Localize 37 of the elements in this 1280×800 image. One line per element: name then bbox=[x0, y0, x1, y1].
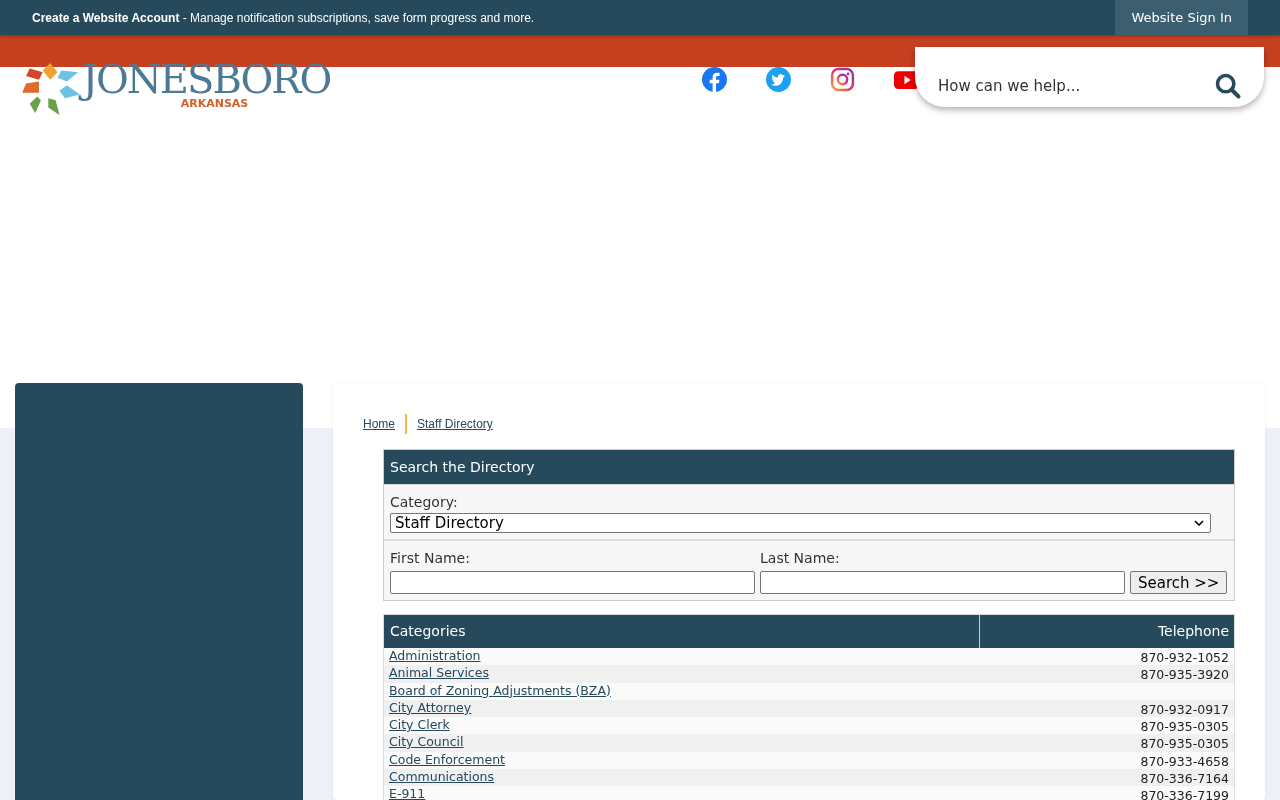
phone-number: 870-932-1052 bbox=[1140, 650, 1229, 665]
phone-number: 870-932-0917 bbox=[1140, 701, 1229, 717]
phone-number: 870-935-0305 bbox=[1140, 719, 1229, 735]
category-link[interactable]: E-911 bbox=[389, 786, 426, 800]
category-link[interactable]: City Clerk bbox=[389, 717, 450, 733]
caret-icon bbox=[1194, 520, 1204, 526]
phone-number: 870-336-7164 bbox=[1140, 771, 1229, 787]
instagram-icon[interactable] bbox=[830, 67, 856, 92]
column-header: Telephone bbox=[1156, 622, 1230, 641]
section-header: Search the Directory bbox=[384, 450, 1234, 484]
field-label: First Name: bbox=[390, 549, 471, 567]
category-link[interactable]: Administration bbox=[389, 648, 481, 663]
create-account-link[interactable]: Create a Website Account bbox=[32, 10, 180, 25]
facebook-icon[interactable] bbox=[702, 67, 728, 92]
search-button[interactable]: Search >> bbox=[1130, 571, 1228, 594]
category-link[interactable]: Animal Services bbox=[389, 665, 489, 681]
search-icon[interactable] bbox=[1214, 72, 1242, 100]
account-message: Create a Website Account - Manage notification subscriptions, save form progress and more. bbox=[32, 10, 535, 25]
last-name-field[interactable] bbox=[760, 571, 1125, 594]
bird-icon[interactable] bbox=[766, 67, 792, 92]
field-label: Last Name: bbox=[760, 549, 841, 567]
phone-number: 870-336-7199 bbox=[1140, 788, 1229, 800]
sign-in-button[interactable]: Website Sign In bbox=[1115, 0, 1248, 35]
search-field[interactable]: How can we help... bbox=[936, 76, 1214, 96]
logo-subtitle: ARKANSAS bbox=[180, 97, 249, 110]
phone-number: 870-935-3920 bbox=[1140, 667, 1229, 683]
phone-number: 870-935-0305 bbox=[1140, 736, 1229, 752]
breadcrumb-link[interactable]: Staff Directory bbox=[417, 417, 493, 431]
first-name-field[interactable] bbox=[390, 571, 755, 594]
breadcrumb-link[interactable]: Home bbox=[363, 417, 395, 431]
category-dropdown[interactable]: Staff Directory bbox=[390, 513, 1211, 533]
field-label: Category: bbox=[390, 493, 459, 511]
category-link[interactable]: Code Enforcement bbox=[389, 751, 505, 767]
phone-number: 870-933-4658 bbox=[1140, 753, 1229, 769]
category-link[interactable]: City Council bbox=[389, 734, 464, 750]
category-link[interactable]: Communications bbox=[389, 769, 495, 785]
category-link[interactable]: City Attorney bbox=[389, 699, 472, 715]
